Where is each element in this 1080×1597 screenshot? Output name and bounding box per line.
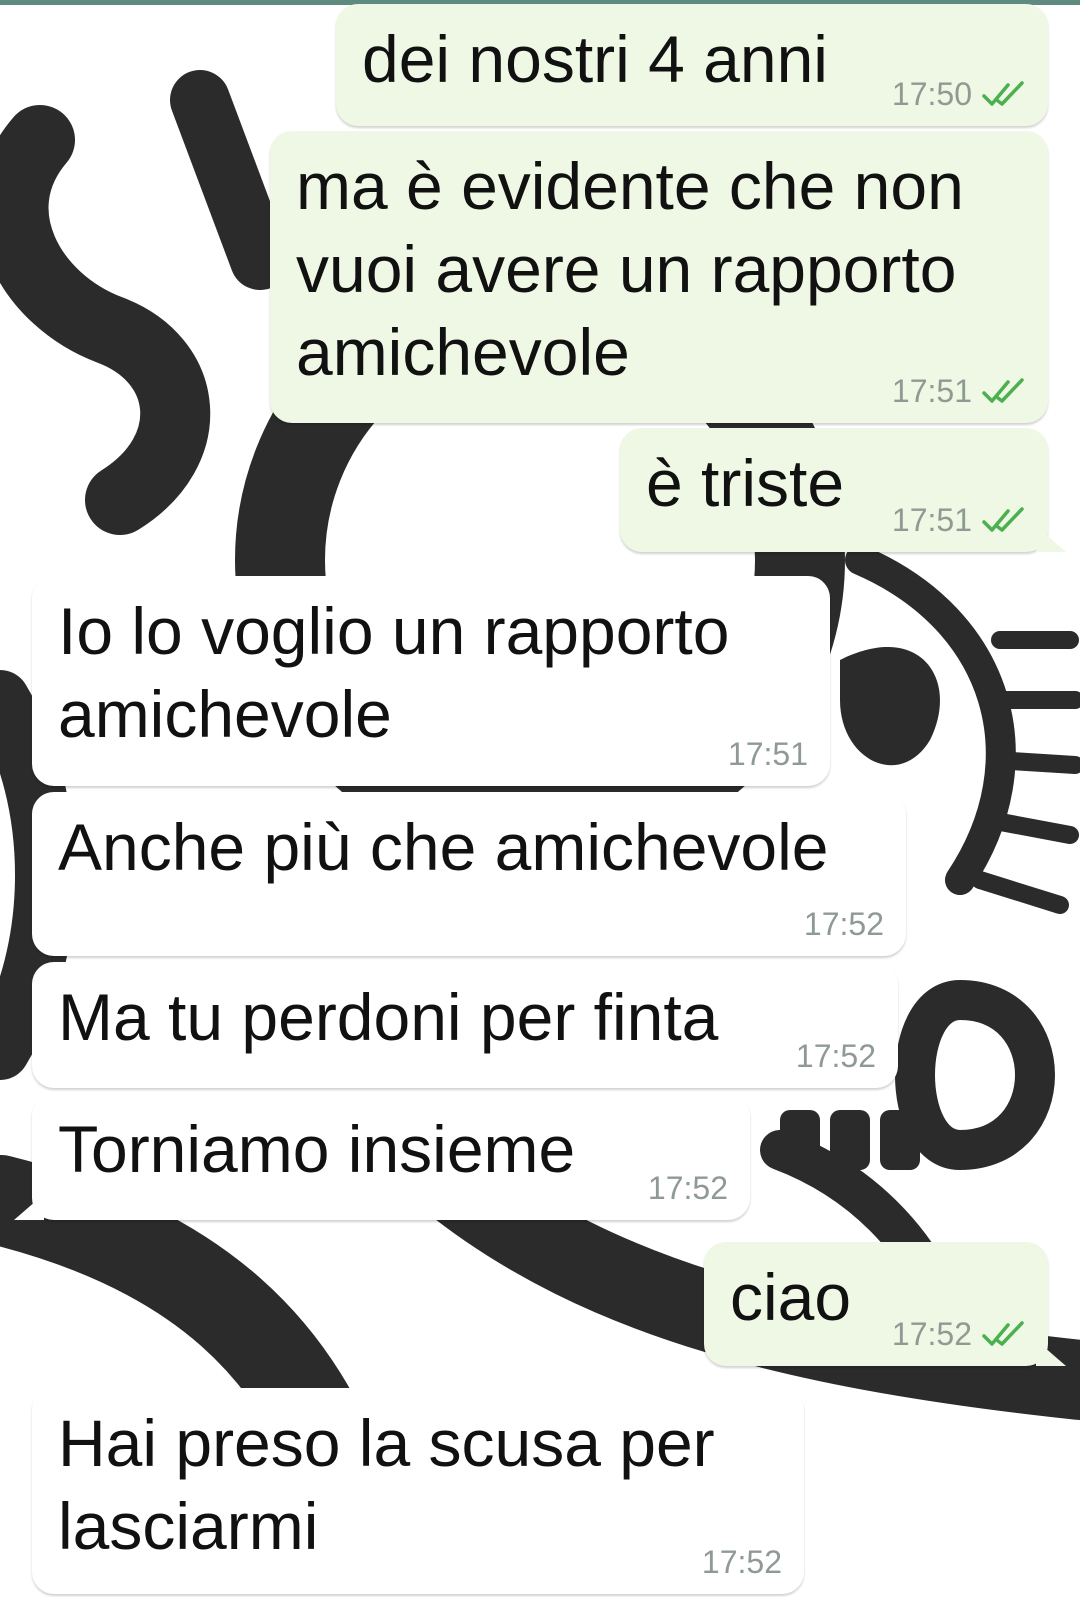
message-text: Anche più che amichevole [58, 810, 829, 884]
message-list[interactable]: dei nostri 4 anni 17:50 ma è evidente ch… [0, 0, 1080, 1597]
message-meta: 17:51 [892, 502, 1026, 538]
message-text: dei nostri 4 anni [362, 22, 828, 96]
message-time: 17:51 [891, 502, 972, 538]
message-text: Hai preso la scusa per lasciarmi [58, 1406, 715, 1563]
message-text: Torniamo insieme [58, 1112, 576, 1186]
read-ticks-icon [982, 81, 1024, 106]
message-meta: 17:52 [804, 906, 884, 942]
message-text: Ma tu perdoni per finta [58, 980, 719, 1054]
message-time: 17:50 [891, 76, 972, 112]
message-bubble[interactable]: ma è evidente che non vuoi avere un rapp… [270, 131, 1048, 423]
message-time: 17:52 [891, 1316, 972, 1352]
message-meta: 17:52 [892, 1316, 1026, 1352]
read-ticks-icon [982, 507, 1024, 532]
read-ticks-icon [982, 1321, 1024, 1346]
message-text: Io lo voglio un rapporto amichevole [58, 594, 730, 751]
bubble-tail [1036, 1340, 1066, 1366]
bubble-tail [14, 1194, 44, 1220]
message-meta: 17:52 [648, 1170, 728, 1206]
message-time: 17:52 [701, 1544, 782, 1580]
message-bubble[interactable]: ciao 17:52 [704, 1242, 1066, 1366]
message-meta: 17:52 [702, 1544, 782, 1580]
message-bubble[interactable]: è triste 17:51 [620, 428, 1066, 552]
read-ticks-icon [982, 378, 1024, 403]
message-meta: 17:51 [728, 736, 808, 772]
message-meta: 17:52 [796, 1038, 876, 1074]
bubble-tail [1036, 526, 1066, 552]
message-bubble[interactable]: dei nostri 4 anni 17:50 [336, 4, 1048, 126]
message-text: è triste [646, 446, 845, 520]
message-time: 17:51 [727, 736, 808, 772]
message-text: ma è evidente che non vuoi avere un rapp… [296, 149, 964, 389]
message-bubble[interactable]: Hai preso la scusa per lasciarmi 17:52 [32, 1388, 804, 1594]
message-bubble[interactable]: Torniamo insieme 17:52 [14, 1094, 750, 1220]
message-text: ciao [730, 1260, 852, 1334]
message-bubble[interactable]: Anche più che amichevole 17:52 [32, 792, 906, 956]
message-time: 17:52 [795, 1038, 876, 1074]
message-time: 17:51 [891, 373, 972, 409]
message-meta: 17:50 [892, 76, 1026, 112]
message-bubble[interactable]: Ma tu perdoni per finta 17:52 [32, 962, 898, 1088]
message-time: 17:52 [803, 906, 884, 942]
message-meta: 17:51 [892, 373, 1026, 409]
message-time: 17:52 [647, 1170, 728, 1206]
message-bubble[interactable]: Io lo voglio un rapporto amichevole 17:5… [32, 576, 830, 786]
